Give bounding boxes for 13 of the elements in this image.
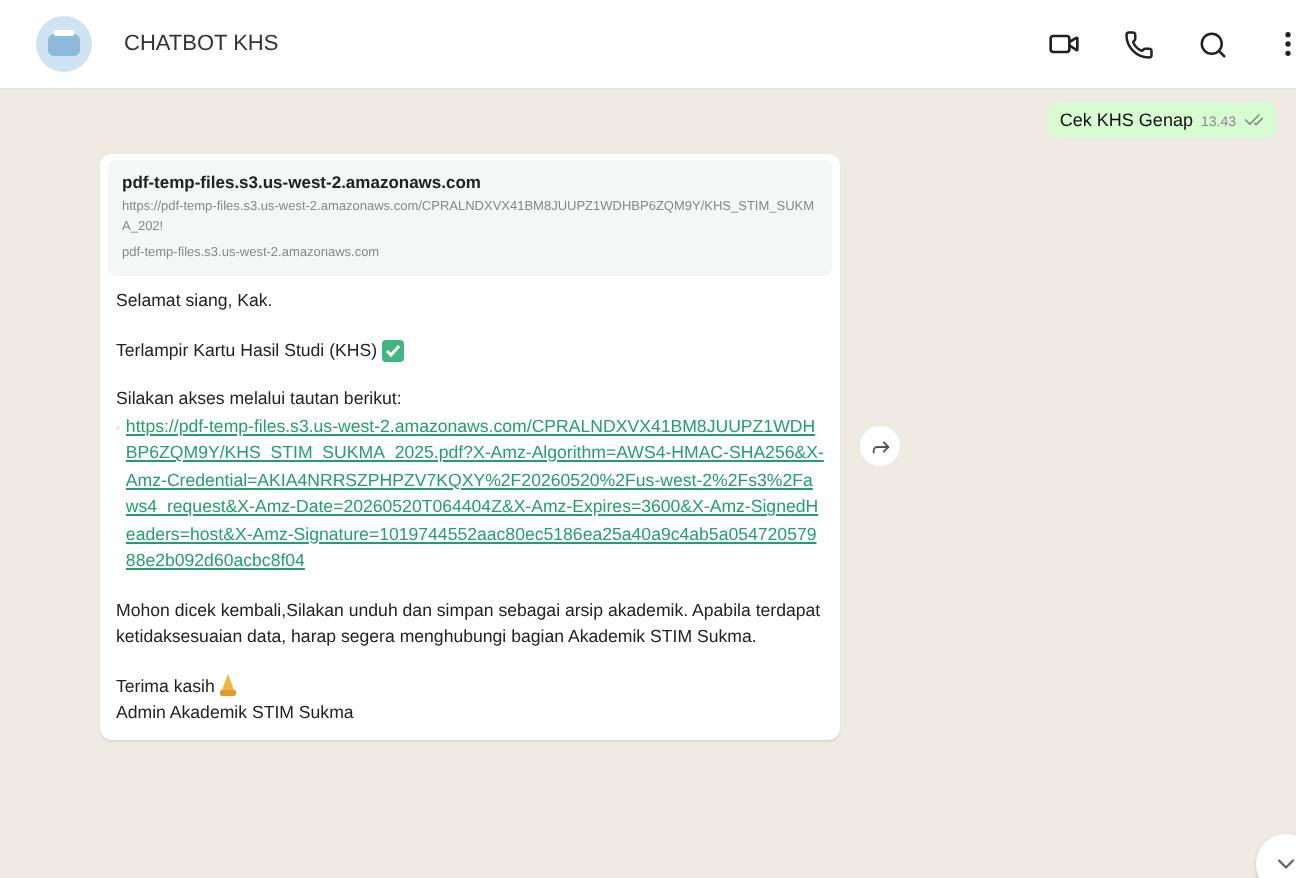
forward-icon[interactable] [860,426,900,467]
signature-text: Admin Akademik STIM Sukma [116,700,356,726]
access-text: Silakan akses melalui tautan berikut: [116,386,404,412]
notice-text: Mohon dicek kembali,Silakan unduh dan simpan sebagai arsip akademik. Apabila terdapat ketidaksesuaian data, harap segera menghubungi bagian Akademik STIM Sukma. [116,597,823,650]
chat-title: CHATBOT KHS [124,32,281,56]
check-mark-icon [381,339,404,362]
greeting-text: Selamat siang, Kak. [116,288,275,314]
phone-icon[interactable] [1124,29,1154,59]
preview-title: pdf-temp-files.s3.us-west-2.amazonaws.com [122,172,483,192]
thanks-text: Terima kasih [116,673,215,699]
message-text: Cek KHS Genap [1059,110,1193,130]
attachment-text: Terlampir Kartu Hasil Studi (KHS) [116,337,378,364]
search-icon[interactable] [1198,29,1228,59]
